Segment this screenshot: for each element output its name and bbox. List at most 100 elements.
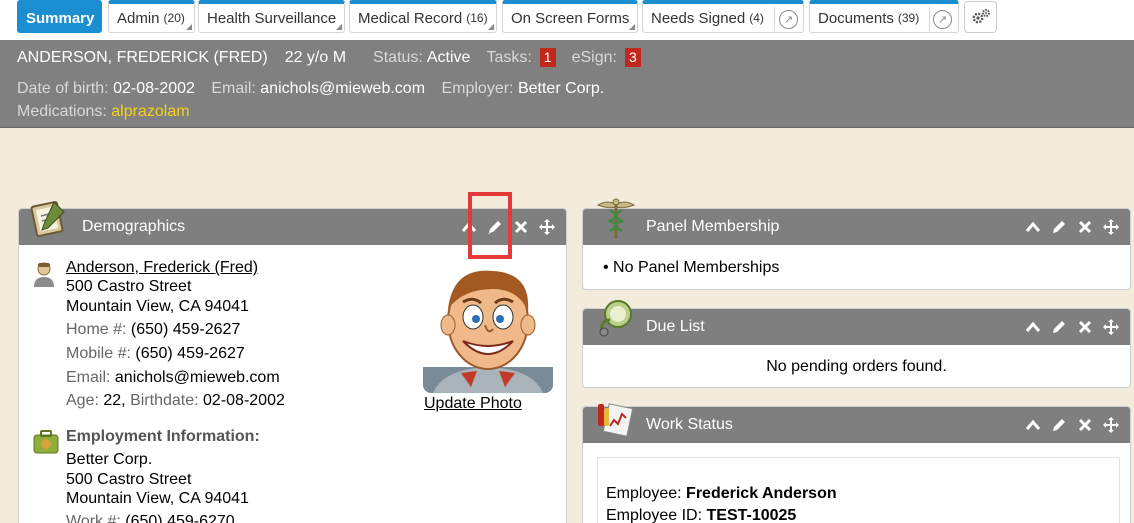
dropdown-corner-icon [629,24,635,30]
dropdown-corner-icon [488,24,494,30]
tab-count: (20) [163,11,185,25]
move-handle[interactable] [537,218,556,237]
external-link-icon[interactable]: ↗ [933,10,952,29]
work-status-panel: Work Status Employee: Frederick Anderson… [582,406,1131,523]
gear-icon [972,9,990,24]
dob-label: Date of birth: [17,80,109,97]
due-list-message: No pending orders found. [766,358,947,375]
employee-value: Frederick Anderson [686,485,837,502]
close-icon [1078,418,1091,432]
employee-label: Employee: [606,485,682,502]
edit-button[interactable] [1049,218,1068,237]
close-icon [514,220,527,234]
external-link-icon[interactable]: ↗ [779,10,798,29]
status-label: Status: [373,48,423,66]
tab-label: Needs Signed [651,9,746,27]
tab-summary[interactable]: Summary [17,0,102,33]
close-button[interactable] [1075,416,1094,435]
chart-icon [598,403,634,437]
birthdate-label: Birthdate: [130,392,199,409]
esign-label: eSign: [571,48,617,66]
panel-title: Demographics [82,218,186,235]
edit-icon [1052,221,1065,233]
collapse-button[interactable] [1023,218,1042,237]
close-button[interactable] [1075,318,1094,337]
tab-on-screen-forms[interactable]: On Screen Forms [502,0,638,33]
employee-id-value: TEST-10025 [706,507,797,523]
dropdown-corner-icon [336,24,342,30]
clipboard-icon [30,200,65,238]
tab-count: (16) [466,11,488,25]
medications-value: alprazolam [111,103,190,120]
close-icon [1078,220,1091,234]
age-label: Age: [66,392,99,409]
tab-label: Summary [26,9,95,27]
tab-label: Medical Record [358,9,463,27]
work-status-header: Work Status [583,407,1130,443]
home-label: Home #: [66,321,127,338]
tab-label: Admin [117,9,160,27]
close-button[interactable] [1075,218,1094,237]
highlight-box [468,192,512,259]
tab-count: (4) [749,11,764,25]
email-label: Email: [66,369,111,386]
mobile-label: Mobile #: [66,345,131,362]
patient-name[interactable]: ANDERSON, FREDERICK (FRED) [17,49,268,67]
tab-health-surveillance[interactable]: Health Surveillance [198,0,345,33]
due-list-panel: Due List No pending orders found. [582,308,1131,388]
update-photo-link[interactable]: Update Photo [424,395,522,412]
address-street: 500 Castro Street [66,278,192,295]
panel-membership-header: Panel Membership [583,209,1130,245]
employment-city: Mountain View, CA 94041 [66,490,249,507]
work-label: Work #: [66,513,121,523]
move-handle[interactable] [1101,416,1120,435]
tab-label: Documents [818,9,894,27]
move-handle[interactable] [1101,218,1120,237]
tab-divider [774,7,775,31]
collapse-button[interactable] [1023,416,1042,435]
tab-medical-record[interactable]: Medical Record (16) [349,0,497,33]
employment-street: 500 Castro Street [66,471,192,488]
tasks-badge[interactable]: 1 [539,48,556,67]
employment-employer: Better Corp. [66,451,153,468]
edit-button[interactable] [1049,318,1068,337]
tab-divider [929,7,930,31]
edit-icon [1052,321,1065,333]
move-handle[interactable] [1101,318,1120,337]
status-value: Active [426,48,471,66]
panel-membership-panel: Panel Membership • No Panel Memberships [582,208,1131,290]
move-icon [1102,319,1119,335]
tab-documents[interactable]: Documents (39) ↗ [809,0,959,33]
tab-needs-signed[interactable]: Needs Signed (4) ↗ [642,0,804,33]
email-value: anichols@mieweb.com [114,369,280,386]
work-status-content: Employee: Frederick Anderson Employee ID… [597,457,1120,523]
collapse-icon [1025,221,1040,232]
address-city: Mountain View, CA 94041 [66,298,249,315]
edit-button[interactable] [1049,416,1068,435]
birthdate-value: 02-08-2002 [203,392,285,409]
panel-title: Due List [646,318,705,335]
close-button[interactable] [511,218,530,237]
edit-icon [1052,419,1065,431]
patient-name-link[interactable]: Anderson, Frederick (Fred) [66,259,258,276]
collapse-button[interactable] [1023,318,1042,337]
home-value: (650) 459-2627 [130,321,241,338]
employment-title: Employment Information: [66,428,260,445]
briefcase-icon [33,430,59,454]
employer-label: Employer: [441,80,514,97]
tasks-label: Tasks: [486,48,532,66]
due-list-header: Due List [583,309,1130,345]
work-value: (650) 459-6270 [125,513,235,523]
age-value: 22, [103,392,126,409]
esign-badge[interactable]: 3 [624,48,641,67]
medications-label: Medications: [17,103,107,120]
panel-membership-item: No Panel Memberships [613,259,780,276]
close-icon [1078,320,1091,334]
mobile-value: (650) 459-2627 [135,345,245,362]
patient-header: ANDERSON, FREDERICK (FRED) 22 y/o M Stat… [0,40,1134,128]
tab-admin[interactable]: Admin (20) [108,0,195,33]
collapse-icon [1025,321,1040,332]
employee-id-label: Employee ID: [606,507,703,523]
settings-gear-button[interactable] [964,1,997,33]
panel-title: Work Status [646,416,733,433]
